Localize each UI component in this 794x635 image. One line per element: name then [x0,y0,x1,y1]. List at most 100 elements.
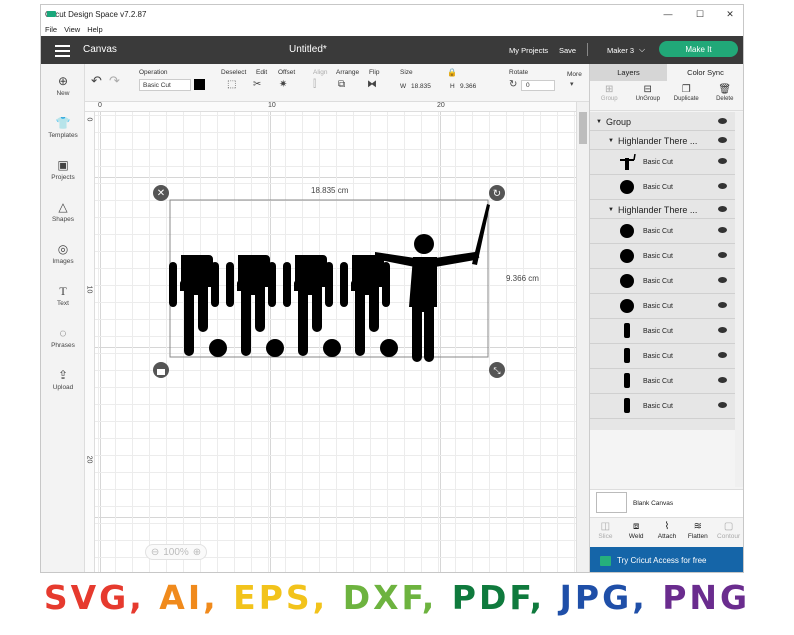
sidebar-item-phrases[interactable]: ◌ Phrases [41,326,85,349]
duplicate-button[interactable]: ❐ Duplicate [667,81,706,110]
layer-item[interactable]: Basic Cut [590,369,735,394]
blank-canvas-swatch[interactable] [596,492,627,513]
sidebar-item-new[interactable]: ⊕ New [41,74,85,97]
layer-subgroup-2[interactable]: ▼ Highlander There ... [590,200,735,219]
layer-item[interactable]: Basic Cut [590,219,735,244]
minimize-button[interactable]: — [653,5,683,23]
deselect-button[interactable]: Deselect [221,69,246,76]
edit-button[interactable]: Edit [256,69,267,76]
scrollbar-thumb[interactable] [579,112,587,144]
collapse-arrow-icon[interactable]: ▼ [608,207,614,213]
more-button[interactable]: More [567,71,582,78]
collapse-arrow-icon[interactable]: ▼ [596,119,602,125]
eye-icon[interactable] [718,352,727,358]
collapse-arrow-icon[interactable]: ▼ [608,138,614,144]
design-canvas[interactable]: ✕ ↻ ⤡ 18.835 cm 9.366 cm ⊖ 100% ⊕ [85,102,576,572]
eye-icon[interactable] [718,302,727,308]
zoom-out-icon[interactable]: ⊖ [151,547,159,558]
eye-icon[interactable] [718,327,727,333]
eye-icon[interactable] [718,118,727,124]
chevron-down-icon[interactable]: ⌵ [639,45,645,55]
eye-icon[interactable] [718,183,727,189]
sidebar-item-projects[interactable]: ▣ Projects [41,158,85,181]
maximize-button[interactable]: ☐ [685,5,715,23]
contour-button[interactable]: ▢ Contour [713,518,743,547]
slice-button[interactable]: ◫ Slice [590,518,621,547]
lock-icon[interactable]: 🔒 [447,68,457,78]
eye-icon[interactable] [718,252,727,258]
align-button[interactable]: Align [313,69,327,76]
hamburger-menu-icon[interactable] [55,45,70,57]
delete-handle[interactable]: ✕ [153,185,169,201]
layer-item[interactable]: Basic Cut [590,319,735,344]
lock-handle[interactable] [153,362,169,378]
layer-thumbnail [620,274,634,288]
eye-icon[interactable] [718,206,727,212]
layer-item[interactable]: Basic Cut [590,394,735,419]
sidebar-item-shapes[interactable]: △ Shapes [41,200,85,223]
tab-layers[interactable]: Layers [590,64,667,81]
weld-icon: ⧈ [633,521,640,532]
layer-item[interactable]: Basic Cut [590,344,735,369]
layers-scrollbar[interactable] [735,112,743,487]
sidebar-item-templates[interactable]: 👕 Templates [41,116,85,139]
make-it-button[interactable]: Make It [659,41,738,57]
figure-1 [169,255,227,357]
eye-icon[interactable] [718,137,727,143]
flatten-icon: ≋ [693,521,702,532]
zoom-control[interactable]: ⊖ 100% ⊕ [145,544,207,560]
arrange-button[interactable]: Arrange [336,69,359,76]
eye-icon[interactable] [718,227,727,233]
redo-icon[interactable]: ↷ [109,74,120,87]
rotate-handle[interactable]: ↻ [489,185,505,201]
attach-button[interactable]: ⌇ Attach [652,518,683,547]
format-dxf: DXF [342,578,422,617]
layer-group[interactable]: ▼ Group [590,112,735,131]
tab-color-sync[interactable]: Color Sync [667,64,743,81]
width-input[interactable]: 18.835 [411,83,431,90]
sidebar-item-upload[interactable]: ⇪ Upload [41,368,85,391]
eye-icon[interactable] [718,277,727,283]
rotate-icon: ↻ [509,79,518,90]
resize-handle[interactable]: ⤡ [489,362,505,378]
height-input[interactable]: 9.366 [460,83,476,90]
flip-button[interactable]: Flip [369,69,379,76]
figure-2 [226,255,284,357]
group-button[interactable]: ⊞ Group [590,81,629,110]
menu-help[interactable]: Help [87,25,102,34]
offset-button[interactable]: Offset [278,69,295,76]
layer-item[interactable]: Basic Cut [590,244,735,269]
canvas-scrollbar[interactable] [576,102,589,572]
document-title[interactable]: Untitled* [289,44,327,55]
speech-bubble-icon: ◌ [59,326,67,340]
rotate-input[interactable]: 0 [521,80,555,91]
cricut-access-banner[interactable]: Try Cricut Access for free [590,547,743,572]
save-button[interactable]: Save [559,46,576,55]
layer-item[interactable]: Basic Cut [590,175,735,200]
color-swatch[interactable] [194,79,205,90]
flatten-button[interactable]: ≋ Flatten [682,518,713,547]
blank-canvas-row[interactable]: Blank Canvas [590,489,743,517]
plus-circle-icon: ⊕ [57,74,69,88]
layer-item[interactable]: Basic Cut [590,269,735,294]
undo-icon[interactable]: ↶ [91,74,102,87]
sidebar-item-images[interactable]: ◎ Images [41,242,85,265]
weld-button[interactable]: ⧈ Weld [621,518,652,547]
layer-item[interactable]: Basic Cut [590,150,735,175]
delete-button[interactable]: 🗑 Delete [706,81,744,110]
menu-file[interactable]: File [45,25,57,34]
close-button[interactable]: ✕ [715,5,743,23]
my-projects-button[interactable]: My Projects [509,46,548,55]
layer-item[interactable]: Basic Cut [590,294,735,319]
sidebar-item-text[interactable]: T Text [41,284,85,307]
format-separator: , [129,578,160,617]
eye-icon[interactable] [718,402,727,408]
ungroup-button[interactable]: ⊟ UnGroup [629,81,668,110]
layer-subgroup-1[interactable]: ▼ Highlander There ... [590,131,735,150]
operation-select[interactable]: Basic Cut [139,79,191,91]
machine-selector[interactable]: Maker 3 [607,46,634,55]
menu-view[interactable]: View [64,25,80,34]
eye-icon[interactable] [718,158,727,164]
zoom-in-icon[interactable]: ⊕ [193,547,201,558]
eye-icon[interactable] [718,377,727,383]
